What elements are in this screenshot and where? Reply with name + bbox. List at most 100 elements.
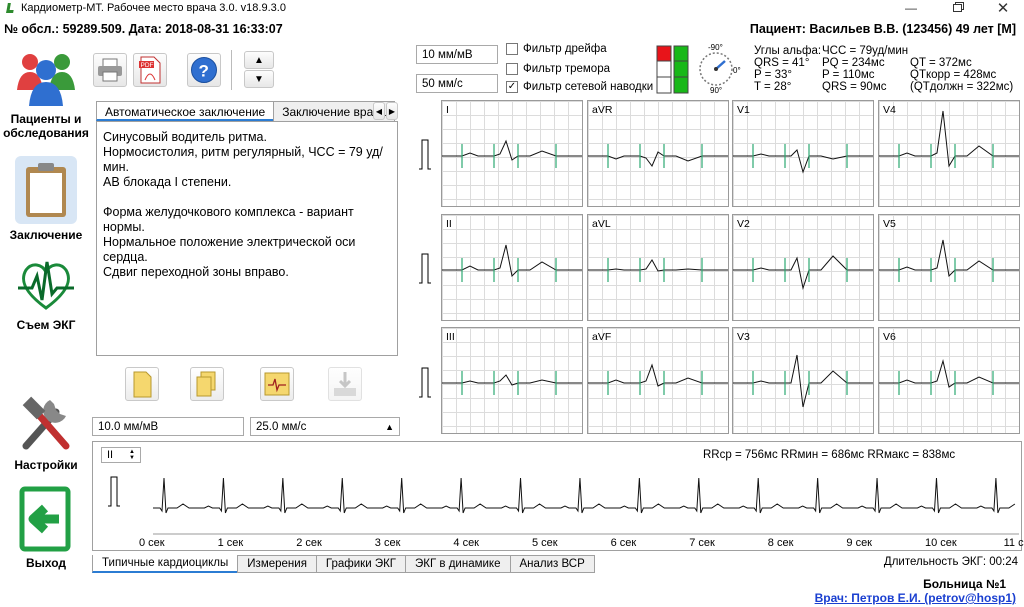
signal-quality-indicator: [656, 45, 690, 98]
close-icon[interactable]: ✕: [980, 0, 1024, 17]
lead-v6-panel[interactable]: V6: [878, 327, 1020, 434]
speed-field[interactable]: 50 мм/с: [416, 74, 498, 93]
lead-v2-panel[interactable]: V2: [732, 214, 874, 321]
lead-waveform: [733, 255, 873, 290]
tab-typical-cycles[interactable]: Типичные кардиоциклы: [92, 555, 239, 573]
nav-exit-button[interactable]: Выход: [2, 486, 90, 570]
rhythm-strip-trace: [153, 477, 1019, 535]
arrow-left-icon: ◀: [375, 106, 383, 116]
tab-hrv-analysis[interactable]: Анализ ВСР: [509, 555, 595, 573]
lead-waveform: [588, 151, 728, 167]
calibration-pulse: [419, 367, 431, 398]
pdf-export-button[interactable]: PDF: [133, 53, 167, 87]
help-button[interactable]: ?: [187, 53, 221, 87]
tab-scroll-left-button[interactable]: ◀: [373, 102, 385, 120]
lead-waveform: [442, 374, 582, 386]
nav-patients-label: Пациенты и обследования: [3, 112, 89, 140]
calibration-pulse: [419, 139, 431, 170]
lead-waveform: [879, 110, 1019, 168]
clipboard-icon: [15, 156, 77, 224]
conclusion-text-box[interactable]: Синусовый водитель ритма. Нормосистолия, …: [96, 121, 398, 356]
nav-ecg-button[interactable]: Съем ЭКГ: [2, 254, 90, 332]
tab-ecg-dynamics[interactable]: ЭКГ в динамике: [405, 555, 511, 573]
time-tick-label: 11 сек: [1003, 537, 1024, 549]
conclusion-line: Нормальное положение электрической оси с…: [103, 235, 356, 264]
time-tick-label: 8 сек: [767, 537, 794, 549]
lead-avl-panel[interactable]: aVL: [587, 214, 729, 321]
lead-v1-panel[interactable]: V1: [732, 100, 874, 207]
lead-iii-panel[interactable]: III: [441, 327, 583, 434]
rhythm-waveform: [153, 477, 1016, 514]
drift-filter-checkbox[interactable]: Фильтр дрейфа: [506, 43, 607, 55]
nav-conclusion-button[interactable]: Заключение: [2, 156, 90, 242]
nav-settings-button[interactable]: Настройки: [2, 392, 90, 472]
nav-conclusion-label: Заключение: [9, 228, 83, 242]
lead-waveform: [733, 354, 873, 408]
lead-waveform: [588, 363, 728, 387]
scroll-down-button[interactable]: ▼: [244, 70, 274, 88]
maximize-button[interactable]: [934, 0, 980, 16]
spinner-arrows-icon: ▲ ▼: [129, 449, 135, 461]
time-tick-label: 0 сек: [139, 537, 165, 549]
rhythm-lead-select[interactable]: II ▲ ▼: [101, 447, 141, 463]
conclusion-line: Нормосистолия, ритм регулярный, ЧСС = 79…: [103, 145, 383, 174]
tab-auto-conclusion[interactable]: Автоматическое заключение: [96, 101, 275, 121]
tools-icon: [16, 392, 76, 454]
conclusion-text: Синусовый водитель ритма. Нормосистолия, …: [97, 122, 397, 355]
conclusion-speed-select[interactable]: 25.0 мм/с ▲: [250, 417, 400, 436]
axis-label-right: 0°: [733, 66, 741, 75]
lead-v3-panel[interactable]: V3: [732, 327, 874, 434]
angles-block: Углы альфа: QRS = 41° P = 33° T = 28°: [754, 45, 822, 93]
patient-info: Пациент: Васильев В.В. (123456) 49 лет […: [749, 22, 1016, 36]
lead-avf-panel[interactable]: aVF: [587, 327, 729, 434]
ecg-heart-icon: [16, 254, 76, 314]
tab-ecg-graphs[interactable]: Графики ЭКГ: [315, 555, 407, 573]
lead-i-panel[interactable]: I: [441, 100, 583, 207]
minimize-button[interactable]: —: [888, 0, 934, 16]
bottom-tabs: Типичные кардиоциклы Измерения Графики Э…: [92, 555, 595, 573]
printer-icon: [98, 58, 122, 82]
lead-waveform: [733, 149, 873, 174]
lead-waveform: [442, 139, 582, 161]
lead-avr-panel[interactable]: aVR: [587, 100, 729, 207]
time-tick-label: 4 сек: [453, 537, 479, 549]
dropdown-arrow-icon: ▲: [385, 421, 394, 432]
checkbox-icon: [506, 63, 518, 75]
lead-waveform: [442, 244, 582, 278]
ecg-report-button[interactable]: [260, 367, 294, 401]
record-info: № обсл.: 59289.509. Дата: 2018-08-31 16:…: [4, 22, 283, 36]
scroll-up-button[interactable]: ▲: [244, 51, 274, 69]
time-tick-label: 1 сек: [217, 537, 244, 549]
nav-settings-label: Настройки: [14, 458, 78, 472]
svg-text:PDF: PDF: [141, 62, 154, 69]
tremor-filter-checkbox[interactable]: Фильтр тремора: [506, 63, 610, 75]
tab-scroll-right-button[interactable]: ▶: [386, 102, 398, 120]
new-document-button[interactable]: [125, 367, 159, 401]
nav-ecg-label: Съем ЭКГ: [16, 318, 76, 332]
doctor-link[interactable]: Врач: Петров Е.И. (petrov@hosp1): [815, 591, 1016, 605]
lead-v4-panel[interactable]: V4: [878, 100, 1020, 207]
patients-icon: [15, 48, 77, 108]
lead-v5-panel[interactable]: V5: [878, 214, 1020, 321]
upload-tray-icon: [334, 372, 356, 396]
gain-field[interactable]: 10 мм/мВ: [416, 45, 498, 64]
lead-ii-panel[interactable]: II: [441, 214, 583, 321]
nav-patients-button[interactable]: Пациенты и обследования: [2, 48, 90, 140]
ecg-document-icon: [264, 372, 290, 396]
time-tick-label: 9 сек: [846, 537, 872, 549]
lead-waveform: [879, 359, 1019, 388]
print-button[interactable]: [93, 53, 127, 87]
ecg-duration: Длительность ЭКГ: 00:24: [883, 556, 1018, 568]
tab-measurements[interactable]: Измерения: [237, 555, 317, 573]
axis-label-top: -90°: [708, 43, 723, 52]
title-bar: Кардиометр-МТ. Рабочее место врача 3.0. …: [0, 0, 1024, 16]
conclusion-gain-field[interactable]: 10.0 мм/мВ: [92, 417, 244, 436]
copy-document-button[interactable]: [190, 367, 224, 401]
document-icon: [133, 371, 152, 398]
window-title: Кардиометр-МТ. Рабочее место врача 3.0. …: [21, 2, 286, 14]
mains-filter-checkbox[interactable]: ✓ Фильтр сетевой наводки: [506, 81, 653, 93]
axis-label-bottom: 90°: [710, 86, 723, 95]
conclusion-line: Синусовый водитель ритма.: [103, 130, 267, 144]
calibration-pulse: [419, 253, 431, 284]
upload-button-disabled[interactable]: [328, 367, 362, 401]
